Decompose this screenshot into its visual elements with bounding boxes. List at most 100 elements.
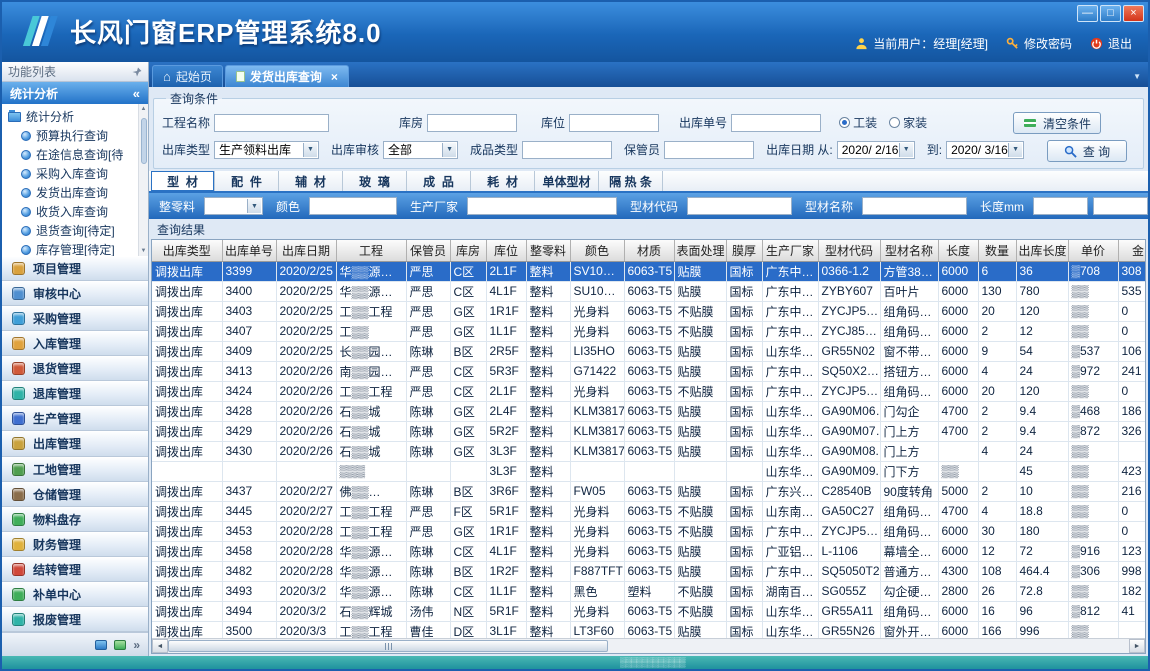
- table-row[interactable]: 调拨出库34032020/2/25工▒▒工程严思G区1R1F整料光身料6063-…: [152, 301, 1145, 321]
- audit-combo[interactable]: 全部 ▼: [383, 141, 458, 159]
- pin-icon[interactable]: [132, 67, 142, 77]
- scroll-up-icon[interactable]: ▲: [141, 104, 147, 114]
- material-tab[interactable]: 型 材: [151, 171, 215, 191]
- column-header[interactable]: 单价: [1068, 240, 1118, 261]
- search-button[interactable]: 查 询: [1047, 140, 1127, 162]
- table-row[interactable]: 调拨出库33992020/2/25华▒▒源…严思C区2L1F整料SV10…606…: [152, 261, 1145, 281]
- table-row[interactable]: 调拨出库35002020/3/3工▒▒工程曹佳D区3L1F整料LT3F60606…: [152, 621, 1145, 638]
- column-header[interactable]: 材质: [624, 240, 674, 261]
- material-tab[interactable]: 耗 材: [471, 171, 535, 191]
- location-input[interactable]: [569, 114, 659, 132]
- computer-icon[interactable]: [95, 640, 107, 650]
- column-header[interactable]: 膜厚: [726, 240, 762, 261]
- column-header[interactable]: 数量: [978, 240, 1016, 261]
- warehouse-input[interactable]: [427, 114, 517, 132]
- table-row[interactable]: 调拨出库34132020/2/26南▒▒园…严思C区5R3F整料G7142260…: [152, 361, 1145, 381]
- menu-item[interactable]: 报废管理: [2, 607, 148, 632]
- menu-item[interactable]: 退库管理: [2, 381, 148, 406]
- table-row[interactable]: 调拨出库34302020/2/26石▒▒城陈琳G区3L3F整料KLM381760…: [152, 441, 1145, 461]
- tree-item[interactable]: 收货入库查询: [8, 202, 138, 221]
- menu-item[interactable]: 工地管理: [2, 457, 148, 482]
- length-from-input[interactable]: [1033, 197, 1088, 215]
- table-row[interactable]: ▒▒▒3L3F整料山东华…GA90M09..门下方▒▒45▒▒423: [152, 461, 1145, 481]
- outbound-type-combo[interactable]: 生产领料出库 ▼: [214, 141, 319, 159]
- column-header[interactable]: 出库单号: [222, 240, 276, 261]
- tree-root-item[interactable]: 统计分析: [8, 107, 138, 126]
- menu-item[interactable]: 财务管理: [2, 532, 148, 557]
- table-row[interactable]: 调拨出库34282020/2/26石▒▒城陈琳G区2L4F整料KLM381760…: [152, 401, 1145, 421]
- close-tab-icon[interactable]: ×: [331, 70, 338, 84]
- collapse-icon[interactable]: «: [133, 86, 140, 101]
- table-row[interactable]: 调拨出库34532020/2/28工▒▒工程严思G区1R1F整料光身料6063-…: [152, 521, 1145, 541]
- material-tab[interactable]: 成 品: [407, 171, 471, 191]
- minimize-button[interactable]: —: [1077, 5, 1098, 22]
- keeper-input[interactable]: [664, 141, 754, 159]
- homewear-radio[interactable]: [889, 117, 900, 128]
- table-row[interactable]: 调拨出库34822020/2/28华▒▒源…陈琳B区1R2F整料F887TFT6…: [152, 561, 1145, 581]
- tab-shipment-outbound-query[interactable]: 发货出库查询 ×: [225, 65, 349, 87]
- tree-item[interactable]: 库存管理[待定]: [8, 240, 138, 256]
- change-password-link[interactable]: 修改密码: [1006, 35, 1072, 52]
- column-header[interactable]: 型材代码: [818, 240, 880, 261]
- whole-piece-combo[interactable]: 全部 ▼: [204, 197, 263, 215]
- column-header[interactable]: 出库类型: [152, 240, 222, 261]
- table-row[interactable]: 调拨出库34072020/2/25工▒▒严思G区1L1F整料光身料6063-T5…: [152, 321, 1145, 341]
- scroll-right-icon[interactable]: ►: [1129, 639, 1145, 653]
- profile-code-input[interactable]: [687, 197, 792, 215]
- table-row[interactable]: 调拨出库34452020/2/27工▒▒工程严思F区5R1F整料光身料6063-…: [152, 501, 1145, 521]
- menu-item[interactable]: 入库管理: [2, 331, 148, 356]
- tree-scroll-thumb[interactable]: [141, 118, 147, 164]
- column-header[interactable]: 库房: [450, 240, 486, 261]
- order-no-input[interactable]: [731, 114, 821, 132]
- material-tab[interactable]: 单体型材: [535, 171, 599, 191]
- clear-conditions-button[interactable]: 清空条件: [1013, 112, 1101, 134]
- table-row[interactable]: 调拨出库34002020/2/25华▒▒源…严思C区4L1F整料SU10…606…: [152, 281, 1145, 301]
- table-row[interactable]: 调拨出库34582020/2/28华▒▒源…陈琳C区4L1F整料光身料6063-…: [152, 541, 1145, 561]
- table-row[interactable]: 调拨出库34372020/2/27佛▒▒…陈琳B区3R6F整料FW056063-…: [152, 481, 1145, 501]
- tab-home[interactable]: ⌂ 起始页: [152, 65, 223, 87]
- material-tab[interactable]: 辅 材: [279, 171, 343, 191]
- menu-item[interactable]: 补单中心: [2, 582, 148, 607]
- column-header[interactable]: 颜色: [570, 240, 624, 261]
- tree-scrollbar[interactable]: ▲ ▼: [138, 104, 148, 256]
- scroll-left-icon[interactable]: ◄: [152, 639, 168, 653]
- table-row[interactable]: 调拨出库34292020/2/26石▒▒城陈琳G区5R2F整料KLM381760…: [152, 421, 1145, 441]
- more-buttons-chevron[interactable]: »: [133, 638, 140, 652]
- column-header[interactable]: 整零料: [526, 240, 570, 261]
- column-header[interactable]: 工程: [336, 240, 406, 261]
- column-header[interactable]: 生产厂家: [762, 240, 818, 261]
- tree-item[interactable]: 预算执行查询: [8, 126, 138, 145]
- menu-item[interactable]: 退货管理: [2, 356, 148, 381]
- grid-icon[interactable]: [114, 640, 126, 650]
- profile-name-input[interactable]: [862, 197, 967, 215]
- manufacturer-input[interactable]: [467, 197, 617, 215]
- maximize-button[interactable]: □: [1100, 5, 1121, 22]
- column-header[interactable]: 库位: [486, 240, 526, 261]
- table-row[interactable]: 调拨出库34942020/3/2石▒▒辉城汤伟N区5R1F整料光身料6063-T…: [152, 601, 1145, 621]
- logout-button[interactable]: 退出: [1090, 35, 1132, 52]
- column-header[interactable]: 型材名称: [880, 240, 938, 261]
- menu-item[interactable]: 出库管理: [2, 431, 148, 456]
- close-button[interactable]: ×: [1123, 5, 1144, 22]
- material-tab[interactable]: 玻 璃: [343, 171, 407, 191]
- project-name-input[interactable]: [214, 114, 329, 132]
- sidebar-group-statistics[interactable]: 统计分析 «: [2, 82, 148, 104]
- tree-item[interactable]: 发货出库查询: [8, 183, 138, 202]
- tree-item[interactable]: 退货查询[待定]: [8, 221, 138, 240]
- tree-item[interactable]: 采购入库查询: [8, 164, 138, 183]
- scroll-thumb[interactable]: [168, 640, 608, 652]
- workwear-radio[interactable]: [839, 117, 850, 128]
- table-row[interactable]: 调拨出库34932020/3/2华▒▒源…陈琳C区1L1F整料黑色塑料不贴膜国标…: [152, 581, 1145, 601]
- material-tab[interactable]: 隔 热 条: [599, 171, 663, 191]
- menu-item[interactable]: 仓储管理: [2, 482, 148, 507]
- menu-item[interactable]: 物料盘存: [2, 507, 148, 532]
- column-header[interactable]: 金: [1118, 240, 1145, 261]
- column-header[interactable]: 长度: [938, 240, 978, 261]
- date-to-picker[interactable]: 2020/ 3/16 ▼: [946, 141, 1024, 159]
- table-row[interactable]: 调拨出库34242020/2/26工▒▒工程严思C区2L1F整料光身料6063-…: [152, 381, 1145, 401]
- tree-item[interactable]: 在途信息查询[待: [8, 145, 138, 164]
- menu-item[interactable]: 项目管理: [2, 256, 148, 281]
- color-input[interactable]: [309, 197, 397, 215]
- column-header[interactable]: 表面处理: [674, 240, 726, 261]
- menu-item[interactable]: 采购管理: [2, 306, 148, 331]
